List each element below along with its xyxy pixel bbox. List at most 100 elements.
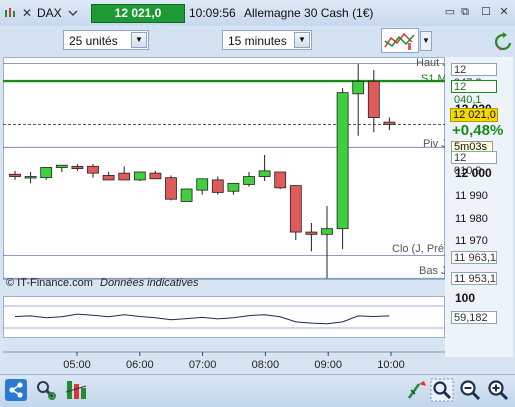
chevron-down-icon[interactable]: ▼ xyxy=(294,32,310,48)
level-label-bas: Bas J xyxy=(419,265,447,277)
zoom-in-icon[interactable] xyxy=(486,378,510,402)
candle[interactable] xyxy=(274,171,287,189)
candle-body-down xyxy=(118,172,131,181)
candle-body-down xyxy=(102,175,115,181)
time-tick-label: 06:00 xyxy=(126,359,154,371)
candle-body-down xyxy=(87,165,99,174)
chart-style-icon xyxy=(384,32,415,50)
watermark-source: © IT-Finance.com xyxy=(6,277,93,289)
price-tick-12000: 12 000 xyxy=(455,166,492,180)
level-label-clo: Clo (J, Pré) xyxy=(392,243,448,255)
zoom-select-icon[interactable] xyxy=(430,378,454,402)
candle[interactable] xyxy=(352,63,365,136)
candle[interactable] xyxy=(367,70,380,133)
symbol-label: DAX xyxy=(37,6,62,20)
candle[interactable] xyxy=(165,175,177,201)
candle[interactable] xyxy=(336,88,349,250)
candle[interactable] xyxy=(149,170,162,180)
share-icon[interactable] xyxy=(4,378,28,402)
close-button[interactable]: ✕ xyxy=(497,5,511,19)
candle-body-up xyxy=(196,178,209,191)
indicators-icon[interactable] xyxy=(64,378,88,402)
candle-body-up xyxy=(352,80,365,95)
level-label-piv: Piv J xyxy=(423,138,447,150)
candle[interactable] xyxy=(196,178,209,195)
chart-style-dropdown[interactable]: ▼ xyxy=(420,31,432,51)
time-axis[interactable]: 05:00 06:00 07:00 08:00 09:00 10:00 xyxy=(3,340,445,372)
change-percent-label: +0,48% xyxy=(452,122,504,139)
level-label-s1: S1 M xyxy=(421,73,447,85)
candle[interactable] xyxy=(102,172,115,181)
candle[interactable] xyxy=(24,172,37,184)
haut-value-label: 12 047,8 xyxy=(451,63,497,89)
candle[interactable] xyxy=(211,176,224,195)
candle[interactable] xyxy=(118,166,131,181)
candle[interactable] xyxy=(55,164,68,172)
candle[interactable] xyxy=(258,155,271,182)
candle[interactable] xyxy=(383,117,396,131)
chart-watermark: © IT-Finance.com Données indicatives xyxy=(6,277,198,289)
time-tick-label: 07:00 xyxy=(189,359,217,371)
indicator-chart[interactable] xyxy=(3,296,445,338)
zoom-out-icon[interactable] xyxy=(458,378,482,402)
time-tick-label: 10:00 xyxy=(377,359,405,371)
candle-body-down xyxy=(9,173,21,177)
candle[interactable] xyxy=(243,172,255,187)
watermark-note: Données indicatives xyxy=(100,277,199,289)
candle[interactable] xyxy=(305,223,318,252)
candle[interactable] xyxy=(289,185,302,240)
candle-body-up xyxy=(336,92,349,230)
candle-body-up xyxy=(133,171,146,181)
restore-button[interactable]: ⧉ xyxy=(458,5,472,19)
candle[interactable] xyxy=(180,188,193,202)
indicator-tick-100: 100 xyxy=(455,291,476,305)
bas-value-label: 11 953,1 xyxy=(451,272,497,285)
maximize-button[interactable]: ☐ xyxy=(479,5,493,19)
units-select-value: 25 unités xyxy=(69,34,118,48)
chart-icon xyxy=(4,7,17,19)
minimize-button[interactable]: ▭ xyxy=(443,5,457,19)
candle-body-down xyxy=(289,185,302,233)
candle-body-down xyxy=(71,165,84,170)
candle[interactable] xyxy=(321,206,333,279)
dropdown-arrow-icon[interactable] xyxy=(67,8,79,21)
price-tick-11980: 11 980 xyxy=(455,213,488,225)
time-label: 10:09:56 xyxy=(189,6,236,20)
tool-icon[interactable] xyxy=(405,378,429,402)
candle[interactable] xyxy=(9,170,21,180)
price-tick-11990: 11 990 xyxy=(455,190,488,202)
candle-body-up xyxy=(321,228,333,235)
candle-body-down xyxy=(383,121,396,125)
price-tick-11970: 11 970 xyxy=(455,235,488,247)
close-window-icon[interactable]: ✕ xyxy=(22,6,32,20)
candle[interactable] xyxy=(87,164,99,178)
candle-body-up xyxy=(55,164,68,168)
instrument-label: Allemagne 30 Cash (1€) xyxy=(244,6,374,20)
candle-body-down xyxy=(274,171,287,189)
time-tick-label: 05:00 xyxy=(63,359,91,371)
units-select[interactable]: 25 unités ▼ xyxy=(63,30,149,50)
candle[interactable] xyxy=(133,171,146,182)
candle-body-down xyxy=(211,179,224,193)
candle[interactable] xyxy=(40,167,53,180)
candle-body-up xyxy=(227,182,240,192)
chevron-down-icon[interactable]: ▼ xyxy=(131,32,147,48)
candle-body-down xyxy=(165,177,177,200)
candle-body-up xyxy=(40,167,53,179)
candle-body-down xyxy=(149,172,162,180)
settings-icon[interactable] xyxy=(34,378,58,402)
candle-body-up xyxy=(180,188,193,202)
indicator-line xyxy=(14,313,390,325)
time-tick-label: 09:00 xyxy=(314,359,342,371)
candle[interactable] xyxy=(71,164,84,171)
level-label-haut: Haut J xyxy=(416,57,448,69)
candle[interactable] xyxy=(227,182,240,195)
interval-select[interactable]: 15 minutes ▼ xyxy=(222,30,312,50)
refresh-icon[interactable] xyxy=(494,32,512,57)
indicator-value-label: 59,182 xyxy=(451,311,497,324)
candle-body-down xyxy=(367,80,380,119)
price-chart[interactable] xyxy=(3,57,445,280)
interval-select-value: 15 minutes xyxy=(228,34,287,48)
chart-style-button[interactable] xyxy=(381,28,419,53)
candle-body-up xyxy=(258,170,271,177)
